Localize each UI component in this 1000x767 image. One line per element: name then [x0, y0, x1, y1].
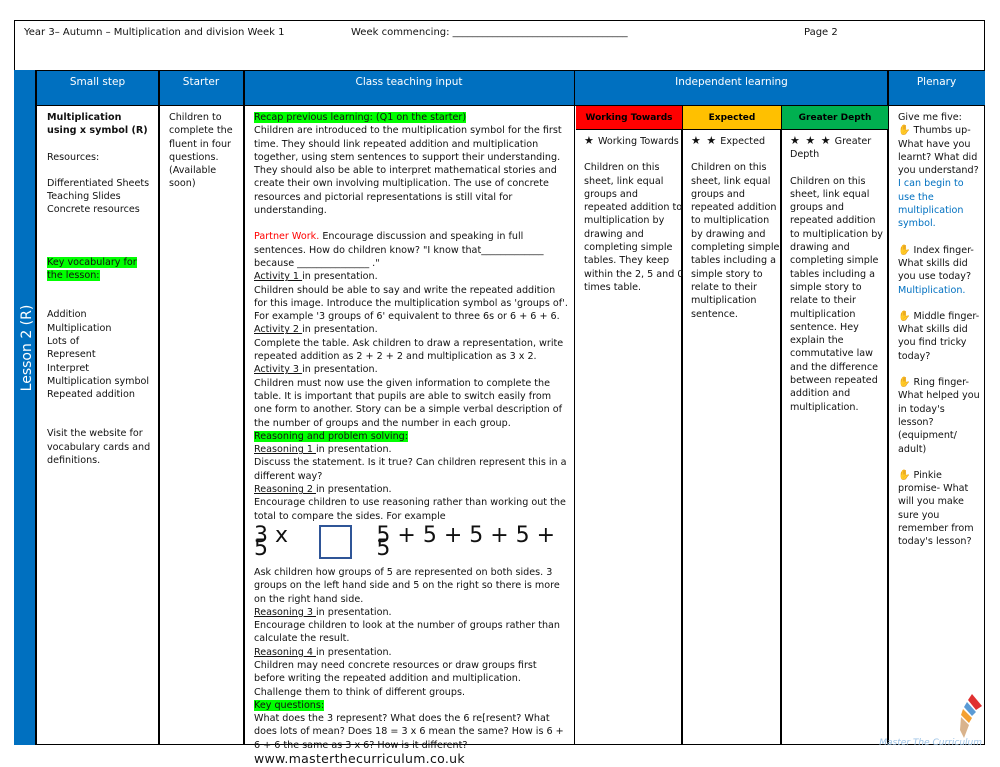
reasoning-3-label: Reasoning 3	[254, 606, 317, 618]
plenary-column: Plenary Give me five: ✋ Thumbs up- What …	[888, 70, 985, 745]
plenary-intro: Give me five:	[898, 112, 962, 123]
week-commencing: Week commencing: _______________________…	[351, 27, 628, 38]
lesson-sidebar: Lesson 2 (R)	[14, 70, 37, 745]
vocab-item: Multiplication symbol	[47, 375, 150, 387]
tier-expected: Expected	[683, 106, 781, 130]
hand-icon: ✋	[898, 377, 911, 389]
star-icon: ★ ★	[691, 134, 718, 147]
recap-label: Recap previous learning: (Q1 on the star…	[254, 112, 467, 123]
resource-item: Concrete resources	[47, 204, 140, 216]
partner-work-label: Partner Work.	[254, 231, 320, 243]
resources-label: Resources:	[47, 151, 100, 163]
tier-greater-depth: Greater Depth	[782, 106, 888, 130]
vocab-item: Repeated addition	[47, 389, 135, 401]
working-towards-text: Children on this sheet, link equal group…	[584, 162, 684, 293]
activity-2-text: Complete the table. Ask children to draw…	[254, 337, 564, 363]
teaching-intro: Children are introduced to the multiplic…	[254, 125, 562, 217]
class-teaching-header: Class teaching input	[355, 76, 463, 88]
comparison-equation: 3 x 5 5 + 5 + 5 + 5 + 5	[254, 524, 570, 560]
small-step-title: Multiplication using x symbol (R)	[47, 112, 148, 137]
small-step-header: Small step	[69, 76, 126, 88]
plenary-thumb: Thumbs up- What have you learnt? What di…	[898, 125, 979, 177]
plenary-ring: Ring finger- What helped you in today's …	[898, 377, 980, 455]
reasoning-4-text: Children may need concrete resources or …	[254, 659, 537, 698]
key-questions-text: What does the 3 represent? What does the…	[254, 713, 564, 751]
starter-header: Starter	[182, 76, 220, 88]
comparison-box	[319, 524, 353, 559]
expected-text: Children on this sheet, link equal group…	[691, 162, 780, 320]
vocab-item: Addition	[47, 309, 87, 321]
class-teaching-column: Class teaching input Recap previous lear…	[244, 70, 574, 765]
vocab-item: Represent	[47, 349, 96, 361]
reasoning-3-suffix: in presentation.	[316, 606, 392, 618]
activity-2-suffix: in presentation.	[302, 324, 378, 336]
starter-text: Children to complete the fluent in four …	[169, 112, 233, 190]
page-number: Page 2	[804, 27, 838, 38]
activity-1-label: Activity 1	[254, 271, 303, 283]
greater-depth-cell: ★ ★ ★ Greater Depth Children on this she…	[782, 134, 888, 414]
working-towards-title: Working Towards	[597, 136, 679, 147]
greater-depth-text: Children on this sheet, link equal group…	[790, 175, 883, 413]
reasoning-label: Reasoning and problem solving:	[254, 430, 408, 442]
reasoning-1-label: Reasoning 1	[254, 444, 317, 456]
activity-3-text: Children must now use the given informat…	[254, 377, 562, 429]
plenary-index-answer: Multiplication.	[898, 284, 966, 296]
reasoning-4-label: Reasoning 4	[254, 646, 317, 658]
hand-icon: ✋	[898, 244, 911, 256]
activity-2-label: Activity 2	[254, 324, 303, 336]
logo-text: Master The Curriculum	[879, 738, 982, 748]
activity-3-suffix: in presentation.	[302, 364, 378, 376]
activity-1-suffix: in presentation.	[302, 271, 378, 283]
plenary-thumb-answer: I can begin to use the multiplication sy…	[898, 178, 964, 230]
activity-3-label: Activity 3	[254, 364, 303, 376]
hand-icon: ✋	[898, 469, 911, 481]
reasoning-2-label: Reasoning 2	[254, 484, 317, 496]
vocab-item: Multiplication	[47, 322, 112, 334]
lesson-label: Lesson 2 (R)	[19, 304, 35, 392]
starter-column: Starter Children to complete the fluent …	[159, 70, 243, 745]
reasoning-4-suffix: in presentation.	[316, 646, 392, 658]
hand-icon: ✋	[898, 310, 911, 322]
plenary-header: Plenary	[916, 76, 957, 88]
star-icon: ★ ★ ★	[790, 134, 832, 147]
tier-working-towards: Working Towards	[576, 106, 682, 130]
pencil-logo-icon	[960, 694, 982, 738]
website-link[interactable]: www.masterthecurriculum.co.uk	[254, 751, 465, 766]
equation-left: 3 x 5	[254, 522, 289, 561]
resource-item: Teaching Slides	[47, 191, 121, 203]
equation-right: 5 + 5 + 5 + 5 + 5	[376, 522, 556, 561]
plenary-pinkie: Pinkie promise- What will you make sure …	[898, 469, 974, 548]
vocab-item: Interpret	[47, 362, 90, 374]
plenary-index: Index finger- What skills did you use to…	[898, 244, 974, 283]
independent-learning-header: Independent learning	[675, 76, 788, 88]
star-icon: ★	[584, 134, 595, 147]
hand-icon: ✋	[898, 125, 911, 137]
expected-cell: ★ ★ Expected Children on this sheet, lin…	[683, 134, 781, 321]
reasoning-2-followup: Ask children how groups of 5 are represe…	[254, 566, 560, 605]
reasoning-2-suffix: in presentation.	[316, 484, 392, 496]
website-note: Visit the website for vocabulary cards a…	[47, 428, 151, 467]
activity-1-text: Children should be able to say and write…	[254, 284, 568, 323]
plenary-middle: Middle finger- What skills did you find …	[898, 310, 980, 362]
reasoning-1-suffix: in presentation.	[316, 444, 392, 456]
resource-item: Differentiated Sheets	[47, 177, 150, 189]
small-step-column: Small step Multiplication using x symbol…	[37, 70, 158, 745]
vocab-item: Lots of	[47, 335, 80, 347]
reasoning-2-text: Encourage children to use reasoning rath…	[254, 497, 566, 522]
working-towards-cell: ★ Working Towards Children on this sheet…	[576, 134, 684, 294]
expected-title: Expected	[720, 136, 766, 147]
key-vocabulary-label: Key vocabulary for the lesson:	[47, 256, 137, 282]
reasoning-1-text: Discuss the statement. Is it true? Can c…	[254, 457, 567, 482]
document-title: Year 3– Autumn – Multiplication and divi…	[24, 27, 285, 38]
key-questions-label: Key questions:	[254, 699, 325, 711]
reasoning-3-text: Encourage children to look at the number…	[254, 620, 561, 645]
